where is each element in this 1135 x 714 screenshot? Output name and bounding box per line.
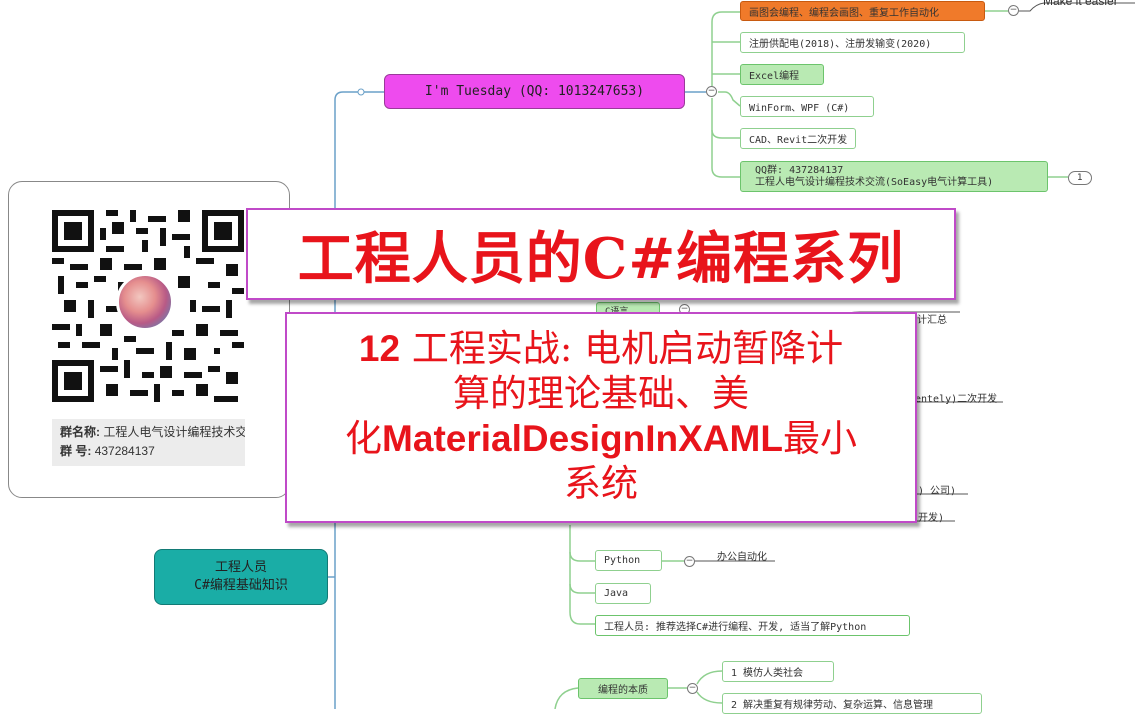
branch-collapse-toggle[interactable]: − — [1008, 5, 1019, 16]
qq-group-badge[interactable]: 1 — [1068, 171, 1092, 185]
make-it-easier-label: Make it easier — [1043, 0, 1118, 8]
qr-avatar — [116, 273, 174, 331]
branch-node-winform[interactable]: WinForm、WPF (C#) — [740, 96, 874, 117]
series-title: 工程人员的C#编程系列 — [246, 208, 956, 300]
branch-node-drawing[interactable]: 画图会编程、编程会画图、重复工作自动化 — [740, 1, 985, 21]
basics-node-line1: 工程人员 — [214, 560, 267, 575]
central-node[interactable]: I'm Tuesday (QQ: 1013247653) — [384, 74, 685, 109]
branch-node-qq-group[interactable]: QQ群: 437284137 工程人电气设计编程技术交流(SoEasy电气计算工… — [740, 161, 1048, 192]
basics-node[interactable]: 工程人员 C#编程基础知识 — [154, 549, 328, 605]
kaifa-partial-label: 开发) — [918, 513, 945, 524]
java-node[interactable]: Java — [595, 583, 651, 604]
essence-item-1[interactable]: 1 模仿人类社会 — [722, 661, 834, 682]
episode-number: 12 — [358, 328, 401, 369]
python-collapse-toggle[interactable]: − — [684, 556, 695, 567]
qr-group-name-label: 群名称: — [60, 425, 100, 439]
qr-group-name: 工程人电气设计编程技术交流 — [103, 425, 245, 439]
python-note: 办公自动化 — [717, 552, 767, 563]
central-collapse-toggle[interactable]: − — [706, 86, 717, 97]
episode-title: 12 工程实战: 电机启动暂降计 算的理论基础、美 化MaterialDesig… — [285, 312, 917, 523]
episode-title-line3-suffix: 最小 — [782, 417, 857, 460]
rentely-partial-label: entely)二次开发 — [915, 394, 998, 405]
essence-node[interactable]: 编程的本质 — [578, 678, 668, 699]
branch-node-license[interactable]: 注册供配电(2018)、注册发输变(2020) — [740, 32, 965, 53]
basics-node-line2: C#编程基础知识 — [194, 578, 288, 593]
qq-group-name: 工程人电气设计编程技术交流(SoEasy电气计算工具) — [755, 176, 994, 188]
essence-item-2[interactable]: 2 解决重复有规律劳动、复杂运算、信息管理 — [722, 693, 982, 714]
episode-title-line2: 算的理论基础、美 — [453, 372, 749, 415]
recommend-node[interactable]: 工程人员: 推荐选择C#进行编程、开发, 适当了解Python — [595, 615, 910, 636]
branch-node-cad[interactable]: CAD、Revit二次开发 — [740, 128, 856, 149]
company-partial-label: ) 公司) — [918, 486, 957, 497]
episode-title-line4: 系统 — [564, 462, 638, 505]
qr-group-no-label: 群 号: — [60, 444, 92, 458]
episode-title-line3-en: MaterialDesignInXAML — [382, 418, 783, 459]
episode-title-line1: 工程实战: 电机启动暂降计 — [411, 327, 844, 370]
qq-group-number: QQ群: 437284137 — [755, 164, 844, 176]
branch-node-excel[interactable]: Excel编程 — [740, 64, 824, 85]
summary-partial-label: 计汇总 — [917, 315, 947, 326]
qr-group-no: 437284137 — [94, 444, 155, 458]
python-node[interactable]: Python — [595, 550, 662, 571]
qr-group-info: 群名称: 工程人电气设计编程技术交流 群 号: 437284137 — [52, 419, 245, 466]
episode-title-line3-prefix: 化 — [345, 417, 383, 460]
essence-collapse-toggle[interactable]: − — [687, 683, 698, 694]
